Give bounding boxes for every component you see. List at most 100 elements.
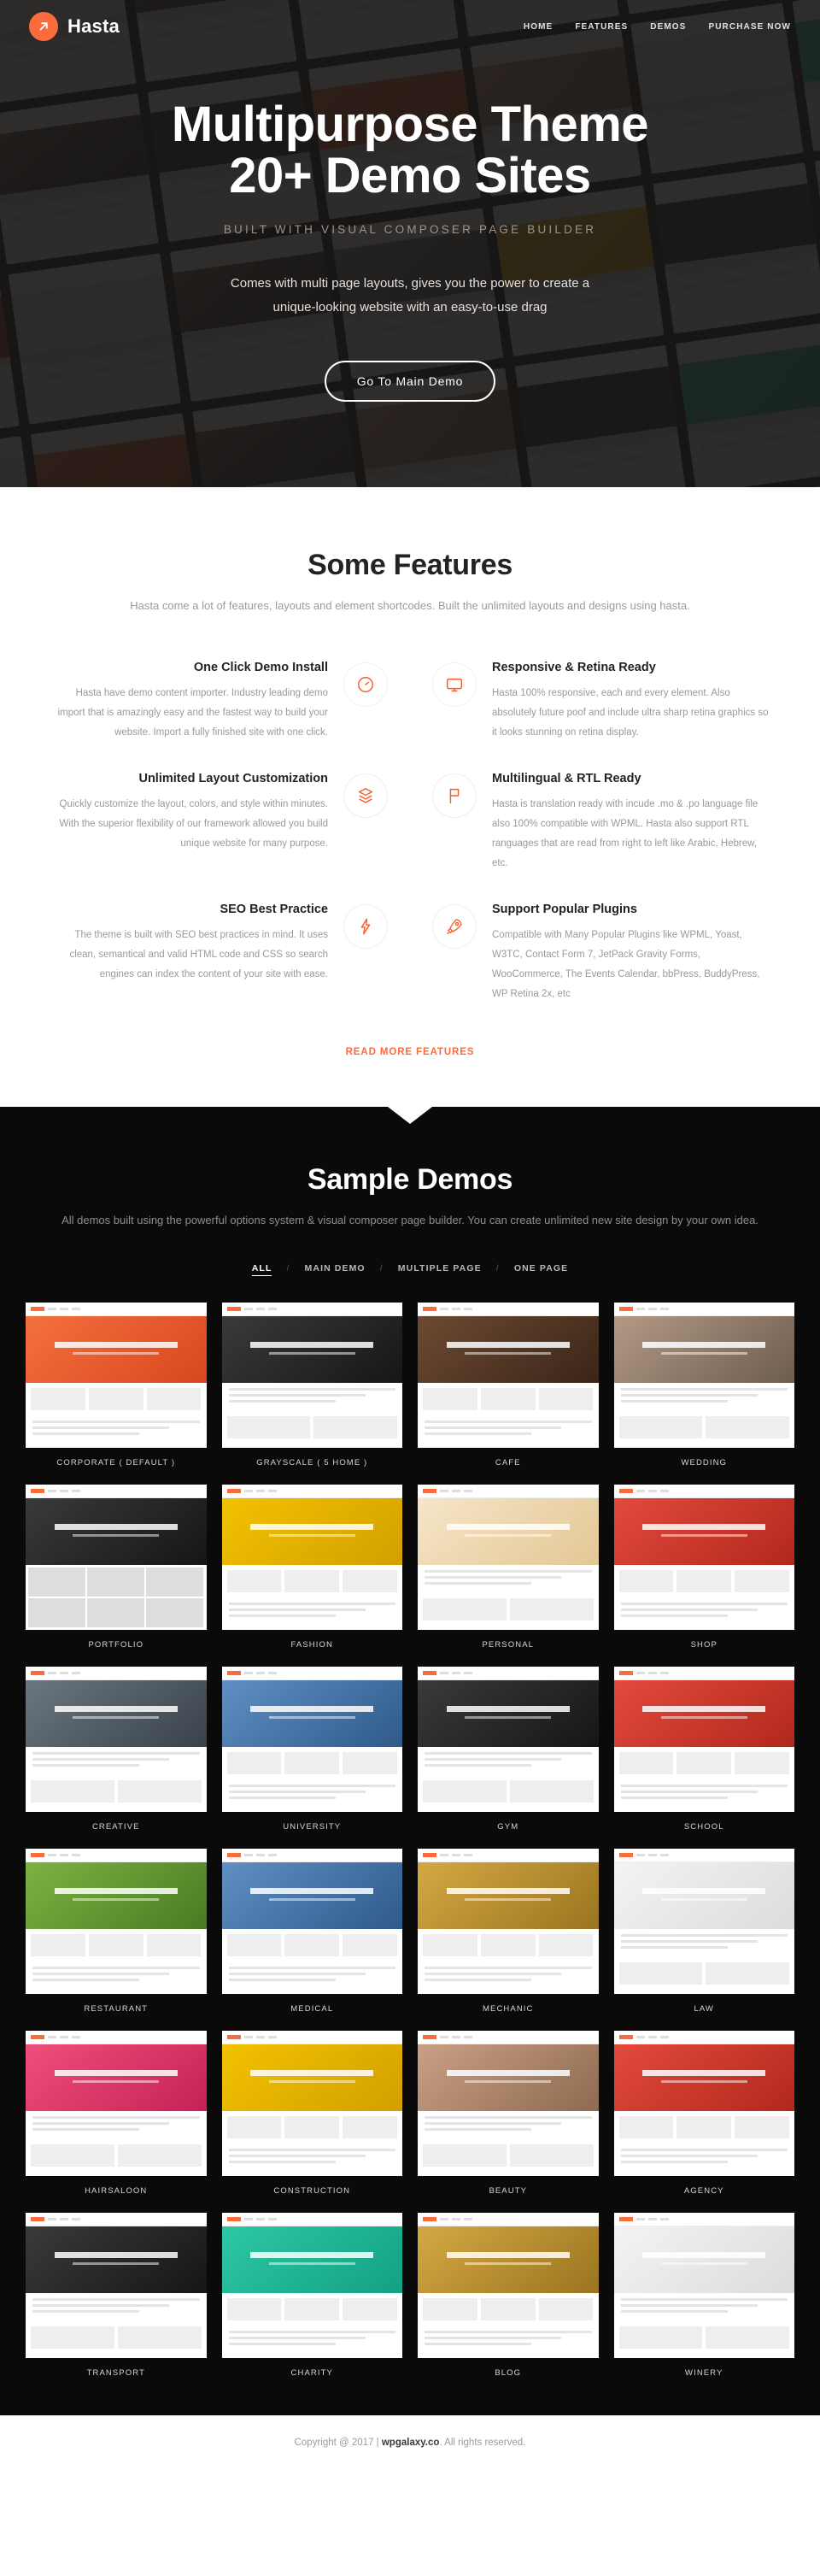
- demos-header: Sample Demos All demos built using the p…: [0, 1163, 820, 1231]
- demo-thumb-hero: [221, 1316, 402, 1384]
- demo-thumb-content: [613, 2293, 794, 2359]
- demo-thumbnail[interactable]: [613, 2213, 794, 2359]
- demo-card[interactable]: UNIVERSITY: [221, 1667, 402, 1832]
- demo-thumb-hero: [613, 2226, 794, 2294]
- demo-label: LAW: [694, 2004, 715, 2014]
- demo-thumbnail[interactable]: [26, 1303, 207, 1449]
- demo-label: WEDDING: [681, 1458, 728, 1468]
- demo-thumbnail[interactable]: [418, 1303, 599, 1449]
- demo-thumbnail[interactable]: [221, 2031, 402, 2177]
- demo-card[interactable]: BLOG: [418, 2213, 599, 2378]
- demo-thumbnail[interactable]: [613, 1485, 794, 1631]
- demo-card[interactable]: SCHOOL: [613, 1667, 794, 1832]
- demo-card[interactable]: BEAUTY: [418, 2031, 599, 2196]
- demo-card[interactable]: SHOP: [613, 1485, 794, 1650]
- demo-card[interactable]: HAIRSALOON: [26, 2031, 207, 2196]
- demo-label: CONSTRUCTION: [273, 2186, 351, 2197]
- demo-label: MECHANIC: [483, 2004, 534, 2014]
- feature-body: Hasta is translation ready with incude .…: [492, 799, 758, 869]
- filter-multiple-page[interactable]: MULTIPLE PAGE: [398, 1263, 482, 1273]
- demo-thumb-content: [418, 2111, 599, 2177]
- main-navigation: Hasta HOME FEATURES DEMOS PURCHASE NOW: [0, 0, 820, 53]
- demo-card[interactable]: LAW: [613, 1849, 794, 2014]
- demo-thumbnail[interactable]: [221, 1667, 402, 1813]
- demo-thumb-content: [26, 1565, 207, 1631]
- demo-thumb-navbar: [613, 1485, 794, 1499]
- demo-label: TRANSPORT: [86, 2368, 145, 2379]
- demo-card[interactable]: RESTAURANT: [26, 1849, 207, 2014]
- demo-thumb-navbar: [221, 1849, 402, 1863]
- demo-thumbnail[interactable]: [26, 2031, 207, 2177]
- demo-thumb-content: [613, 1747, 794, 1813]
- brand-logo[interactable]: Hasta: [29, 12, 120, 41]
- features-subtitle: Hasta come a lot of features, layouts an…: [130, 599, 690, 612]
- demo-thumbnail[interactable]: [26, 1667, 207, 1813]
- demo-thumb-navbar: [26, 1849, 207, 1863]
- nav-item-purchase-now[interactable]: PURCHASE NOW: [708, 22, 791, 32]
- demo-thumb-content: [418, 2293, 599, 2359]
- demo-card[interactable]: CONSTRUCTION: [221, 2031, 402, 2197]
- demo-thumbnail[interactable]: [613, 2031, 794, 2177]
- demo-card[interactable]: PERSONAL: [418, 1485, 599, 1650]
- go-to-main-demo-button[interactable]: Go To Main Demo: [324, 360, 496, 402]
- hero-title-line-1: Multipurpose Theme: [171, 97, 649, 152]
- brand-name: Hasta: [67, 15, 120, 37]
- demo-thumb-hero: [613, 1862, 794, 1930]
- demo-thumbnail[interactable]: [221, 1485, 402, 1631]
- nav-item-home[interactable]: HOME: [524, 22, 553, 32]
- filter-one-page[interactable]: ONE PAGE: [514, 1263, 568, 1273]
- demo-thumb-hero: [221, 1680, 402, 1748]
- demo-thumbnail[interactable]: [418, 1667, 599, 1813]
- demo-thumb-navbar: [418, 2213, 599, 2227]
- feature-title: Multilingual & RTL Ready: [492, 772, 641, 786]
- demo-thumbnail[interactable]: [221, 1849, 402, 1995]
- demo-card[interactable]: CREATIVE: [26, 1667, 207, 1832]
- feature-responsive-retina-ready: Responsive & Retina Ready Hasta 100% res…: [410, 656, 794, 748]
- feature-unlimited-layout-customization: Unlimited Layout Customization Quickly c…: [26, 767, 410, 879]
- nav-item-features[interactable]: FEATURES: [575, 22, 628, 32]
- demo-thumbnail[interactable]: [418, 1849, 599, 1995]
- demo-card[interactable]: TRANSPORT: [26, 2213, 207, 2378]
- demo-thumbnail[interactable]: [613, 1303, 794, 1449]
- demo-thumbnail[interactable]: [613, 1667, 794, 1813]
- demo-card[interactable]: CHARITY: [221, 2213, 402, 2378]
- landing-page: Hasta HOME FEATURES DEMOS PURCHASE NOW M…: [0, 0, 820, 2474]
- feature-title: One Click Demo Install: [193, 661, 328, 675]
- demos-section: Sample Demos All demos built using the p…: [0, 1107, 820, 2416]
- demo-card[interactable]: AGENCY: [613, 2031, 794, 2196]
- demo-label: UNIVERSITY: [283, 1822, 342, 1832]
- hero-description: Comes with multi page layouts, gives you…: [230, 276, 590, 315]
- demo-card[interactable]: MEDICAL: [221, 1849, 402, 2014]
- demo-thumb-content: [418, 1383, 599, 1449]
- filter-main-demo[interactable]: MAIN DEMO: [305, 1263, 366, 1273]
- nav-item-demos[interactable]: DEMOS: [650, 22, 686, 32]
- demo-thumbnail[interactable]: [26, 1849, 207, 1995]
- demo-card[interactable]: PORTFOLIO: [26, 1485, 207, 1650]
- demo-card[interactable]: WINERY: [613, 2213, 794, 2378]
- demo-card[interactable]: CORPORATE ( DEFAULT ): [26, 1303, 207, 1467]
- demo-label: GRAYSCALE ( 5 HOME ): [256, 1458, 368, 1468]
- demo-thumb-content: [221, 1929, 402, 1995]
- demo-thumbnail[interactable]: [418, 2213, 599, 2359]
- read-more-features-link[interactable]: READ MORE FEATURES: [0, 1047, 820, 1057]
- demo-thumbnail[interactable]: [613, 1849, 794, 1995]
- demo-card[interactable]: FASHION: [221, 1485, 402, 1650]
- demo-label: PERSONAL: [482, 1640, 535, 1650]
- demo-thumbnail[interactable]: [221, 2213, 402, 2359]
- feature-body: The theme is built with SEO best practic…: [69, 930, 328, 980]
- demo-thumbnail[interactable]: [221, 1303, 402, 1449]
- demo-thumbnail[interactable]: [418, 1485, 599, 1631]
- demo-thumbnail[interactable]: [418, 2031, 599, 2177]
- demo-card[interactable]: GRAYSCALE ( 5 HOME ): [221, 1303, 402, 1468]
- demo-thumb-navbar: [418, 1485, 599, 1499]
- demos-subtitle: All demos built using the powerful optio…: [62, 1214, 758, 1227]
- demo-card[interactable]: WEDDING: [613, 1303, 794, 1468]
- demo-card[interactable]: GYM: [418, 1667, 599, 1832]
- demo-thumbnail[interactable]: [26, 2213, 207, 2359]
- demo-thumbnail[interactable]: [26, 1485, 207, 1631]
- demo-thumb-hero: [26, 1316, 207, 1384]
- demo-label: BLOG: [495, 2368, 522, 2379]
- demo-card[interactable]: CAFE: [418, 1303, 599, 1467]
- demo-card[interactable]: MECHANIC: [418, 1849, 599, 2014]
- filter-all[interactable]: ALL: [251, 1263, 272, 1277]
